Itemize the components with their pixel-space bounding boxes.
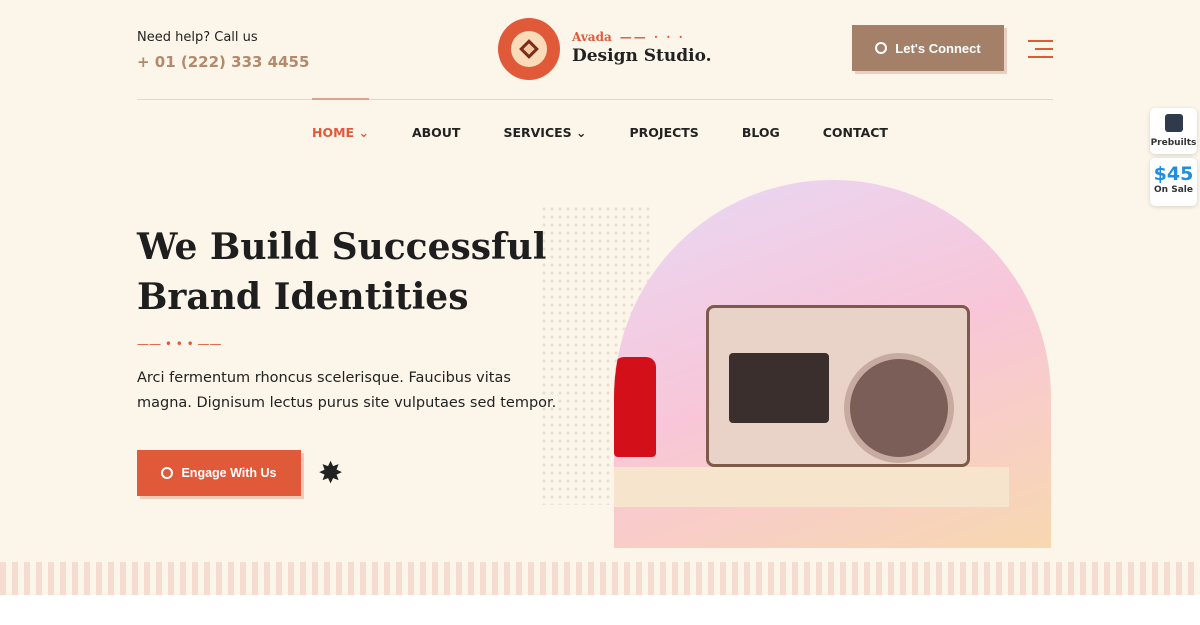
nav-services[interactable]: SERVICES ⌄ [503, 125, 586, 140]
menu-icon[interactable] [1028, 40, 1053, 64]
hero-section: Need help? Call us + 01 (222) 333 4455 A… [0, 0, 1200, 595]
connect-label: Let's Connect [895, 40, 981, 56]
lets-connect-button[interactable]: Let's Connect [852, 25, 1004, 71]
prebuilts-button[interactable]: Prebuilts [1150, 108, 1197, 154]
price: $45 [1153, 163, 1194, 185]
engage-label: Engage With Us [181, 466, 277, 480]
nav-blog[interactable]: BLOG [742, 125, 780, 140]
hero-image [614, 180, 1051, 548]
diamond-icon [519, 39, 539, 59]
logo-badge[interactable] [498, 18, 560, 80]
brand-name[interactable]: Design Studio. [572, 46, 712, 66]
divider [137, 99, 1053, 100]
striped-border [0, 562, 1200, 595]
main-nav: HOME ⌄ ABOUT SERVICES ⌄ PROJECTS BLOG CO… [0, 98, 1200, 140]
hero-title: We Build Successful Brand Identities [137, 226, 547, 318]
brand-top: Avada [572, 30, 685, 44]
speaker [844, 353, 954, 463]
sale-button[interactable]: $45 On Sale [1150, 158, 1197, 206]
title-divider: —— • • • —— [137, 337, 222, 351]
radio-cassette-player [706, 305, 970, 467]
prebuilts-icon [1164, 114, 1183, 132]
hero-text: Arci fermentum rhoncus scelerisque. Fauc… [137, 370, 557, 411]
starburst-icon: ✸ [318, 456, 344, 491]
nav-contact[interactable]: CONTACT [823, 125, 888, 140]
phone-link[interactable]: + 01 (222) 333 4455 [137, 53, 309, 71]
sale-label: On Sale [1154, 185, 1193, 195]
help-text: Need help? Call us [137, 30, 258, 45]
red-vase [614, 357, 656, 457]
engage-button[interactable]: Engage With Us [137, 450, 301, 496]
nav-projects[interactable]: PROJECTS [630, 125, 699, 140]
shelf [614, 467, 1009, 507]
cassette-deck [729, 353, 829, 423]
nav-home[interactable]: HOME ⌄ [312, 98, 369, 140]
prebuilts-label: Prebuilts [1150, 138, 1197, 148]
ring-icon [161, 467, 174, 479]
nav-about[interactable]: ABOUT [412, 125, 461, 140]
ring-icon [875, 42, 888, 54]
